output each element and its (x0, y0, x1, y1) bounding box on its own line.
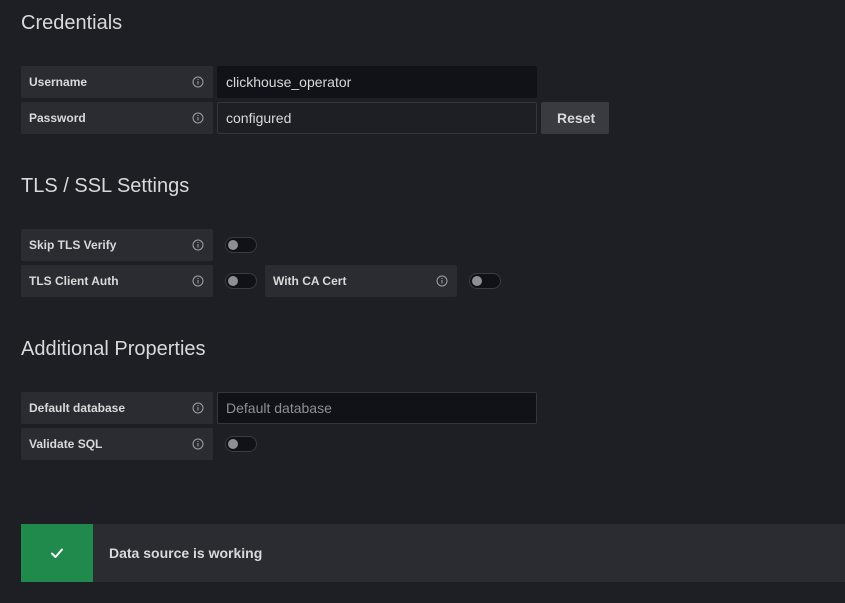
alert-message: Data source is working (109, 545, 263, 561)
tls-client-auth-toggle[interactable] (225, 273, 257, 289)
alert-icon-box (21, 524, 93, 582)
with-ca-cert-label: With CA Cert (265, 265, 457, 297)
tls-heading: TLS / SSL Settings (21, 175, 190, 197)
password-input[interactable] (217, 102, 537, 134)
info-icon[interactable] (436, 275, 448, 287)
username-label: Username (21, 66, 213, 98)
info-icon[interactable] (192, 112, 204, 124)
skip-tls-verify-label-text: Skip TLS Verify (29, 238, 117, 252)
skip-tls-verify-toggle[interactable] (225, 237, 257, 253)
toggle-knob (228, 439, 238, 449)
default-database-input[interactable] (217, 392, 537, 424)
username-input[interactable] (217, 66, 537, 98)
tls-client-auth-label-text: TLS Client Auth (29, 274, 119, 288)
with-ca-cert-toggle[interactable] (469, 273, 501, 289)
with-ca-cert-label-text: With CA Cert (273, 274, 347, 288)
username-label-text: Username (29, 75, 88, 89)
password-label: Password (21, 102, 213, 134)
password-label-text: Password (29, 111, 86, 125)
additional-properties-heading: Additional Properties (21, 338, 206, 360)
info-icon[interactable] (192, 76, 204, 88)
info-icon[interactable] (192, 239, 204, 251)
validate-sql-label: Validate SQL (21, 428, 213, 460)
info-icon[interactable] (192, 275, 204, 287)
credentials-heading: Credentials (21, 12, 123, 34)
default-database-label: Default database (21, 392, 213, 424)
skip-tls-verify-label: Skip TLS Verify (21, 229, 213, 261)
info-icon[interactable] (192, 438, 204, 450)
default-database-label-text: Default database (29, 401, 126, 415)
toggle-knob (228, 276, 238, 286)
validate-sql-toggle[interactable] (225, 436, 257, 452)
validate-sql-label-text: Validate SQL (29, 437, 103, 451)
check-icon (51, 548, 63, 558)
reset-password-button[interactable]: Reset (541, 102, 609, 134)
tls-client-auth-label: TLS Client Auth (21, 265, 213, 297)
toggle-knob (472, 276, 482, 286)
datasource-status-alert: Data source is working (21, 524, 845, 582)
info-icon[interactable] (192, 402, 204, 414)
toggle-knob (228, 240, 238, 250)
